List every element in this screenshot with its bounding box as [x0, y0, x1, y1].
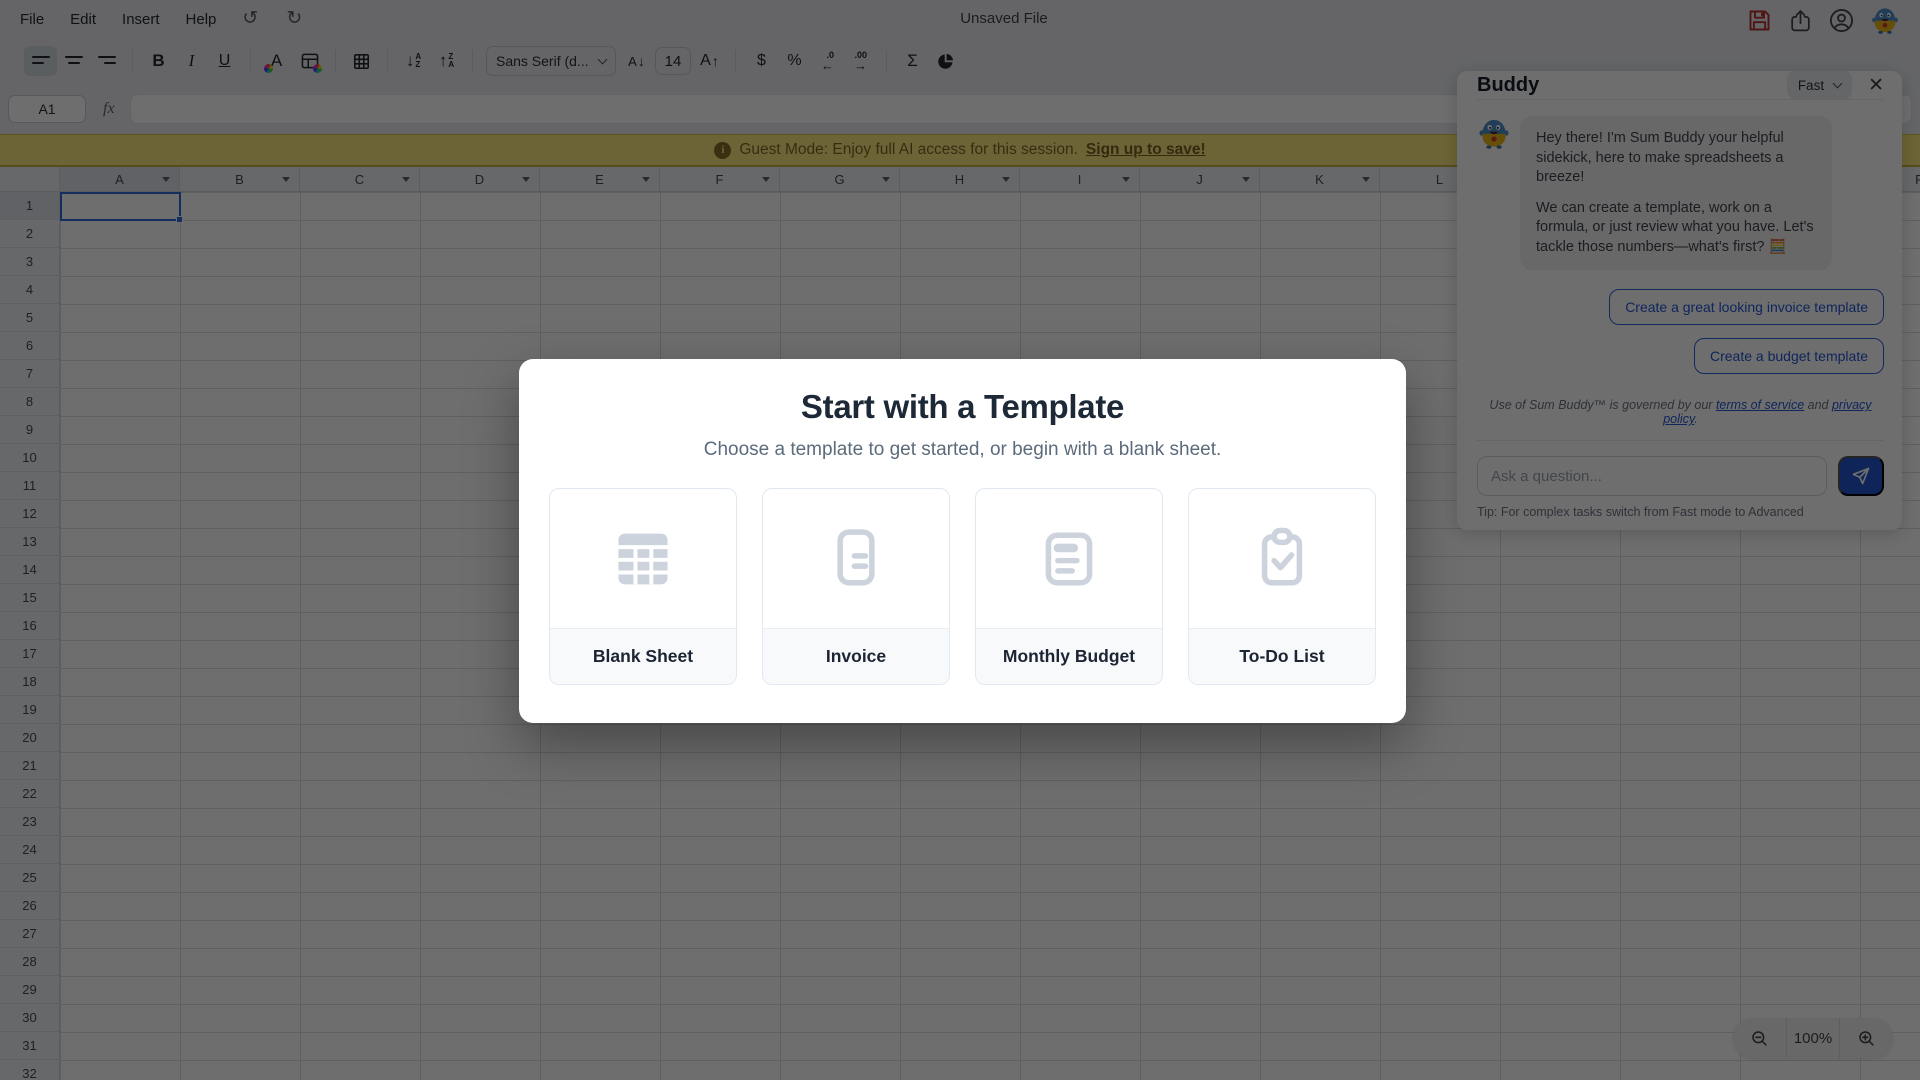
- template-card-monthly-budget[interactable]: Monthly Budget: [975, 488, 1163, 685]
- modal-title: Start with a Template: [519, 388, 1406, 426]
- template-cards: Blank Sheet Invoice Monthly Budget To-Do Li…: [519, 488, 1406, 685]
- template-card-blank-sheet[interactable]: Blank Sheet: [549, 488, 737, 685]
- template-label: Blank Sheet: [550, 628, 736, 684]
- modal-subtitle: Choose a template to get started, or beg…: [519, 439, 1406, 461]
- template-label: To-Do List: [1189, 628, 1375, 684]
- invoice-document-icon: [763, 489, 949, 628]
- template-card-invoice[interactable]: Invoice: [762, 488, 950, 685]
- budget-document-icon: [976, 489, 1162, 628]
- template-label: Invoice: [763, 628, 949, 684]
- template-label: Monthly Budget: [976, 628, 1162, 684]
- todo-clipboard-icon: [1189, 489, 1375, 628]
- table-grid-icon: [550, 489, 736, 628]
- template-card-to-do-list[interactable]: To-Do List: [1188, 488, 1376, 685]
- template-modal: Start with a Template Choose a template …: [519, 359, 1406, 723]
- spreadsheet-app: File Edit Insert Help ↺ ↻ Unsaved File: [0, 0, 1920, 1080]
